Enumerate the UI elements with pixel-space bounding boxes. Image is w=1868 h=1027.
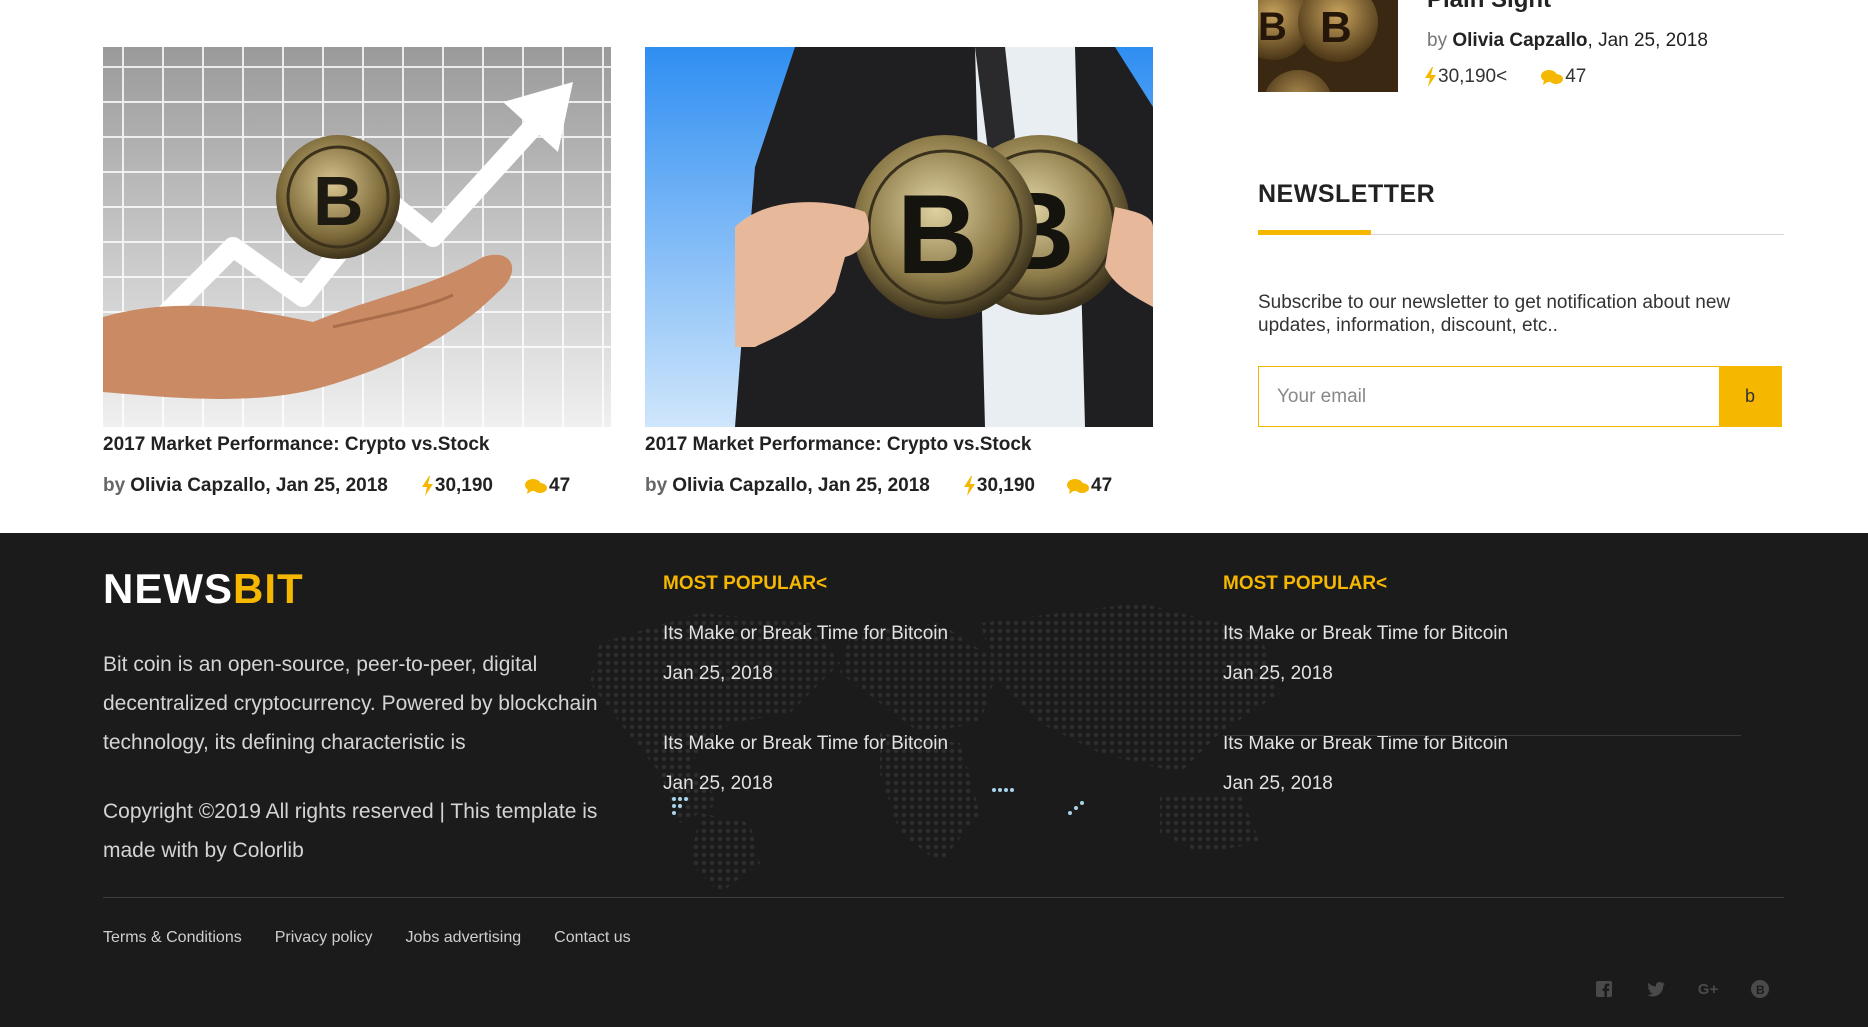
author-date[interactable]: Olivia Capzallo, Jan 25, 2018 [672,475,930,497]
sidebar-post-stats: 30,190< 47 [1425,66,1586,88]
article-title[interactable]: 2017 Market Performance: Crypto vs.Stock [103,433,611,457]
newsletter-heading: NEWSLETTER [1258,180,1436,208]
byline-prefix: by [645,475,668,496]
popular-post[interactable]: Its Make or Break Time for Bitcoin Jan 2… [663,623,1183,705]
popular-post-title[interactable]: Its Make or Break Time for Bitcoin [1223,623,1743,645]
chat-icon [525,478,547,494]
newsletter-description: Subscribe to our newsletter to get notif… [1258,292,1731,336]
twitter-icon[interactable] [1646,979,1666,999]
footer-divider [103,897,1784,898]
comments-count[interactable]: 47 [525,475,570,497]
newsletter-divider-accent [1258,230,1371,235]
privacy-link[interactable]: Privacy policy [275,929,373,947]
comments-count[interactable]: 47 [1067,475,1112,497]
bolt-icon [421,476,433,496]
svg-text:B: B [1258,5,1287,49]
views-value: 30,190 [976,475,1035,496]
social-links: G+ B [1562,979,1770,999]
author-name[interactable]: Olivia Capzallo [1452,30,1587,51]
views-value: 30,190< [1438,66,1508,87]
article-title[interactable]: 2017 Market Performance: Crypto vs.Stock [645,433,1153,457]
footer-about-text: Bit coin is an open-source, peer-to-peer… [103,653,598,754]
footer: NEWSBIT Bit coin is an open-source, peer… [0,533,1868,1027]
comments-value: 47 [1565,66,1587,87]
views-count: 30,190 [963,475,1035,497]
comments-value: 47 [1091,475,1113,496]
logo-text-news: NEWS [103,565,233,612]
contact-link[interactable]: Contact us [554,929,630,947]
article-image[interactable]: B [103,47,611,427]
svg-text:B: B [313,162,364,240]
most-popular-column: MOST POPULAR< Its Make or Break Time for… [663,573,1183,815]
popular-post-date: Jan 25, 2018 [663,773,773,794]
comments-count[interactable]: 47 [1541,66,1586,88]
svg-text:B: B [1756,983,1765,997]
most-popular-heading: MOST POPULAR< [1223,573,1388,594]
popular-post-date: Jan 25, 2018 [1223,773,1333,794]
chat-icon [1541,69,1564,85]
email-input[interactable] [1259,367,1719,426]
most-popular-column: MOST POPULAR< Its Make or Break Time for… [1223,573,1743,815]
article-image[interactable]: B B [645,47,1153,427]
popular-post[interactable]: Its Make or Break Time for Bitcoin Jan 2… [663,733,1183,815]
popular-divider [1223,735,1741,736]
popular-post[interactable]: Its Make or Break Time for Bitcoin Jan 2… [1223,733,1743,815]
jobs-link[interactable]: Jobs advertising [406,929,522,947]
article-meta: by Olivia Capzallo, Jan 25, 2018 30,190 … [645,475,1153,497]
popular-post-title[interactable]: Its Make or Break Time for Bitcoin [1223,733,1743,755]
byline-prefix: by [103,475,126,496]
google-plus-icon[interactable]: G+ [1698,979,1718,999]
post-date: , Jan 25, 2018 [1587,30,1708,51]
popular-post-date: Jan 25, 2018 [663,663,773,684]
sidebar-post-title[interactable]: Plain Sight [1427,0,1551,14]
svg-text:B: B [897,172,978,297]
svg-text:B: B [1320,3,1352,52]
bolt-icon [963,476,975,496]
terms-link[interactable]: Terms & Conditions [103,929,242,947]
chat-icon [1067,478,1089,494]
comments-value: 47 [549,475,571,496]
subscribe-button[interactable]: b [1719,367,1781,426]
most-popular-heading: MOST POPULAR< [663,573,828,594]
views-value: 30,190 [434,475,493,496]
popular-post[interactable]: Its Make or Break Time for Bitcoin Jan 2… [1223,623,1743,705]
logo-text-bit: BIT [233,565,304,612]
footer-logo[interactable]: NEWSBIT [103,565,304,613]
views-count: 30,190 [421,475,493,497]
article-card[interactable]: B 2017 Market Performance: Crypto vs.Sto… [103,47,611,497]
popular-post-title[interactable]: Its Make or Break Time for Bitcoin [663,623,1183,645]
bolt-icon [1425,67,1436,87]
author-date[interactable]: Olivia Capzallo, Jan 25, 2018 [130,475,388,497]
footer-links: Terms & Conditions Privacy policy Jobs a… [103,929,664,947]
newsletter-form: b [1258,366,1782,427]
bitcoin-icon[interactable]: B [1750,979,1770,999]
popular-post-date: Jan 25, 2018 [1223,663,1333,684]
byline-prefix: by [1427,30,1448,51]
popular-post-title[interactable]: Its Make or Break Time for Bitcoin [663,733,1183,755]
sidebar-post-byline: by Olivia Capzallo, Jan 25, 2018 [1427,30,1708,52]
sidebar-post-thumbnail[interactable]: B B [1258,0,1398,92]
article-card[interactable]: B B 2017 Market Performance: Crypto vs.S… [645,47,1153,497]
copyright-text: Copyright ©2019 All rights reserved | Th… [103,800,598,862]
article-meta: by Olivia Capzallo, Jan 25, 2018 30,190 … [103,475,611,497]
facebook-icon[interactable] [1594,979,1614,999]
